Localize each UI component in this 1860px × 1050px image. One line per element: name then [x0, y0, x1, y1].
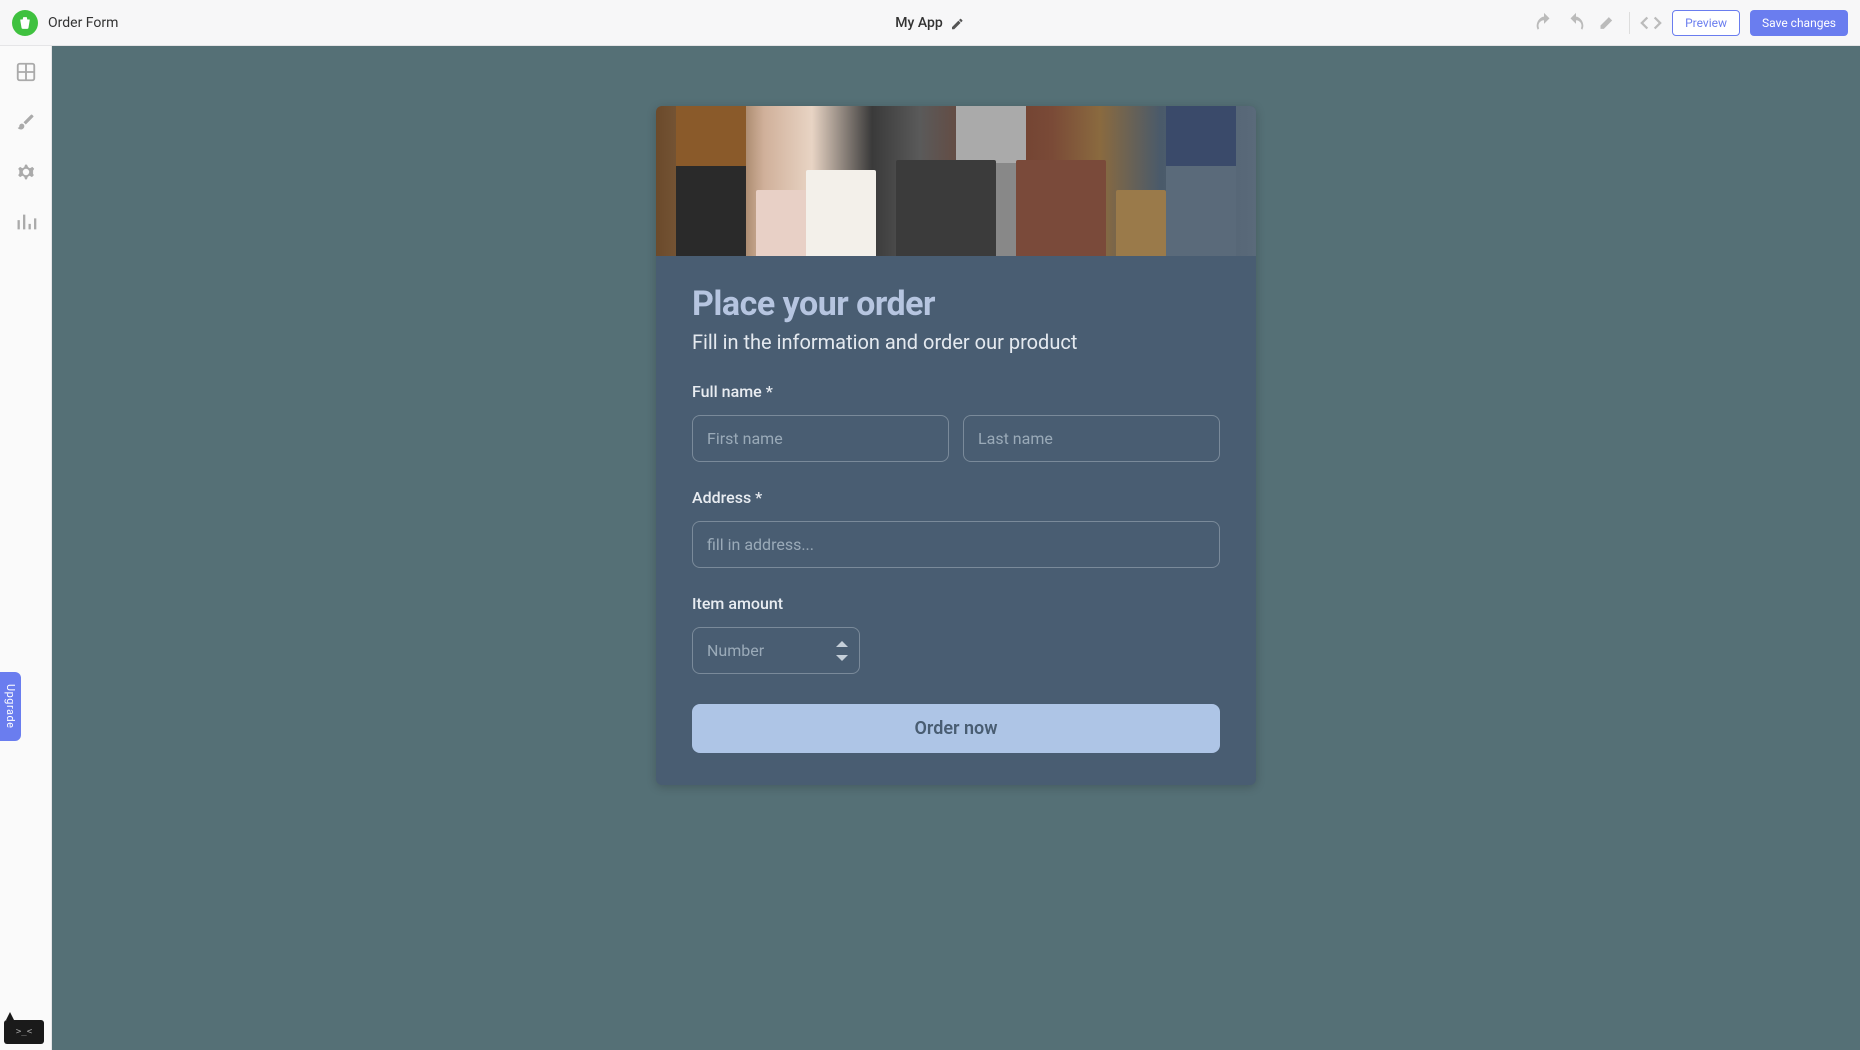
address-label: Address * [692, 488, 1220, 507]
topbar: Order Form My App Preview Save changes [0, 0, 1860, 46]
sidebar [0, 46, 52, 1050]
redo-icon[interactable] [1565, 12, 1587, 34]
hammer-icon[interactable] [1597, 12, 1619, 34]
full-name-label: Full name * [692, 382, 1220, 401]
order-now-button[interactable]: Order now [692, 704, 1220, 753]
corner-badge-text: >_< [16, 1027, 32, 1037]
full-name-row [692, 415, 1220, 462]
first-name-input[interactable] [692, 415, 949, 462]
topbar-right: Preview Save changes [1533, 10, 1848, 36]
canvas[interactable]: Place your order Fill in the information… [52, 46, 1860, 1050]
address-input[interactable] [692, 521, 1220, 568]
brush-icon[interactable] [14, 110, 38, 134]
grid-icon[interactable] [14, 60, 38, 84]
app-name: My App [895, 15, 942, 31]
topbar-left: Order Form [12, 10, 118, 36]
save-button[interactable]: Save changes [1750, 10, 1848, 36]
chevron-down-icon[interactable] [834, 652, 850, 664]
app-logo[interactable] [12, 10, 38, 36]
address-row [692, 521, 1220, 568]
preview-button[interactable]: Preview [1672, 10, 1740, 36]
toolbar-divider [1629, 12, 1630, 34]
last-name-input[interactable] [963, 415, 1220, 462]
corner-badge[interactable]: >_< [4, 1020, 44, 1044]
topbar-center: My App [895, 15, 964, 31]
card-body: Place your order Fill in the information… [656, 256, 1256, 785]
chart-icon[interactable] [14, 210, 38, 234]
item-amount-label: Item amount [692, 594, 1220, 613]
form-subtitle: Fill in the information and order our pr… [692, 330, 1220, 354]
form-title: Place your order [692, 284, 1220, 324]
gear-icon[interactable] [14, 160, 38, 184]
edit-name-icon[interactable] [951, 16, 965, 30]
quantity-stepper [834, 638, 850, 664]
form-card: Place your order Fill in the information… [656, 106, 1256, 785]
item-amount-wrapper [692, 627, 860, 674]
upgrade-button[interactable]: Upgrade [0, 672, 21, 741]
chevron-up-icon[interactable] [834, 638, 850, 650]
logo-icon [18, 16, 32, 30]
undo-icon[interactable] [1533, 12, 1555, 34]
page-name: Order Form [48, 15, 118, 31]
hero-image [656, 106, 1256, 256]
code-icon[interactable] [1640, 12, 1662, 34]
